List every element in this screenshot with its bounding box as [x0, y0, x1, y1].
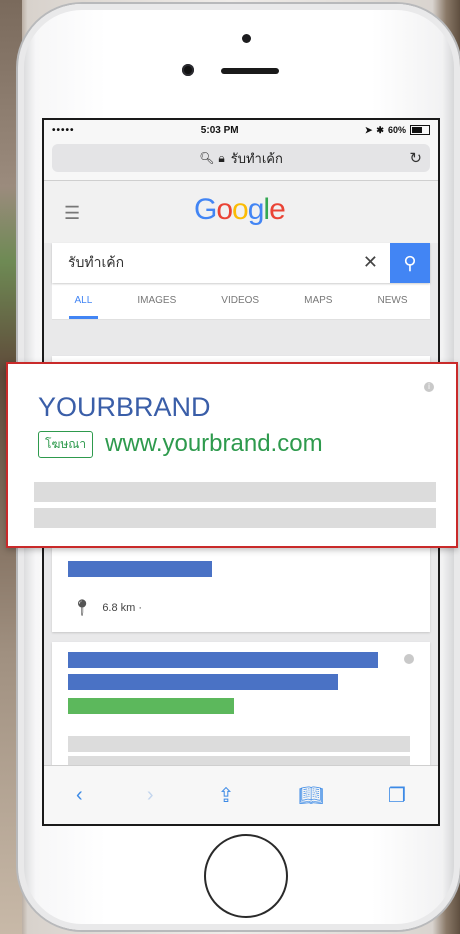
search-icon: ⚲	[403, 252, 417, 273]
share-icon[interactable]: ⇪	[218, 783, 235, 808]
tab-maps[interactable]: MAPS	[304, 283, 332, 319]
tabs-icon[interactable]: ❐	[388, 783, 406, 808]
search-button[interactable]: ⚲	[390, 243, 430, 283]
ad-description-bar	[34, 482, 436, 502]
tab-videos[interactable]: VIDEOS	[221, 283, 259, 319]
google-logo[interactable]: Google	[194, 193, 286, 227]
ad-description-bar	[34, 508, 436, 528]
ad-badge: โฆษณา	[38, 430, 94, 458]
tab-news[interactable]: NEWS	[377, 283, 407, 319]
ad-url-line: โฆษณา www.yourbrand.com	[38, 430, 323, 458]
info-icon	[404, 654, 414, 664]
result-title-bar	[68, 561, 212, 577]
safari-toolbar: ‹ › ⇪ 📖︎ ❐	[44, 765, 438, 824]
result-title-bar	[68, 674, 338, 690]
back-icon[interactable]: ‹	[76, 784, 83, 807]
status-bar: ••••• 5:03 PM ➤ ✱ 60%	[44, 120, 438, 140]
search-input[interactable]: รับทำเค้ก	[68, 252, 124, 274]
lock-icon: 🔒︎	[218, 150, 225, 165]
organic-result-card[interactable]	[52, 642, 430, 772]
status-time: 5:03 PM	[200, 124, 239, 136]
tab-all[interactable]: ALL	[68, 283, 99, 319]
battery-percent: 60%	[387, 125, 406, 135]
google-header: ☰ Google	[44, 181, 438, 243]
distance-text: 6.8 km ·	[102, 602, 143, 614]
location-pin-icon: 📍︎	[72, 600, 93, 617]
close-icon[interactable]: ✕	[363, 252, 378, 273]
status-right: ➤ ✱ 60%	[365, 125, 430, 136]
camera-dot	[242, 34, 251, 43]
tab-images[interactable]: IMAGES	[137, 283, 176, 319]
battery-icon	[409, 125, 430, 135]
url-bar-container: 🔍︎ 🔒︎ รับทำเค้ก ↻	[44, 140, 438, 181]
search-box[interactable]: รับทำเค้ก ✕ ⚲	[52, 243, 430, 283]
hamburger-menu-icon[interactable]: ☰	[64, 203, 80, 224]
result-title-bar	[68, 652, 378, 668]
result-url-bar	[68, 698, 234, 714]
search-tabs: ALL IMAGES VIDEOS MAPS NEWS	[52, 283, 430, 320]
ad-display-url[interactable]: www.yourbrand.com	[105, 430, 322, 458]
url-text: รับทำเค้ก	[230, 150, 283, 166]
bookmarks-icon[interactable]: 📖︎	[298, 783, 323, 808]
forward-icon[interactable]: ›	[147, 784, 154, 807]
info-icon[interactable]: i	[424, 382, 434, 392]
reload-icon[interactable]: ↻	[409, 149, 422, 167]
location-row: 📍︎ 6.8 km ·	[72, 598, 142, 618]
carrier-signal: •••••	[52, 124, 75, 136]
search-icon: 🔍︎	[199, 150, 215, 165]
home-button[interactable]	[204, 834, 288, 918]
result-snippet-bar	[68, 736, 410, 752]
url-bar[interactable]: 🔍︎ 🔒︎ รับทำเค้ก ↻	[52, 144, 430, 172]
earpiece-speaker	[221, 68, 279, 74]
bluetooth-icon: ✱	[376, 124, 384, 135]
location-icon: ➤	[364, 124, 373, 135]
ad-result-card[interactable]: i YOURBRAND โฆษณา www.yourbrand.com	[6, 362, 458, 548]
front-camera	[182, 64, 194, 76]
ad-brand-title[interactable]: YOURBRAND	[38, 392, 211, 423]
